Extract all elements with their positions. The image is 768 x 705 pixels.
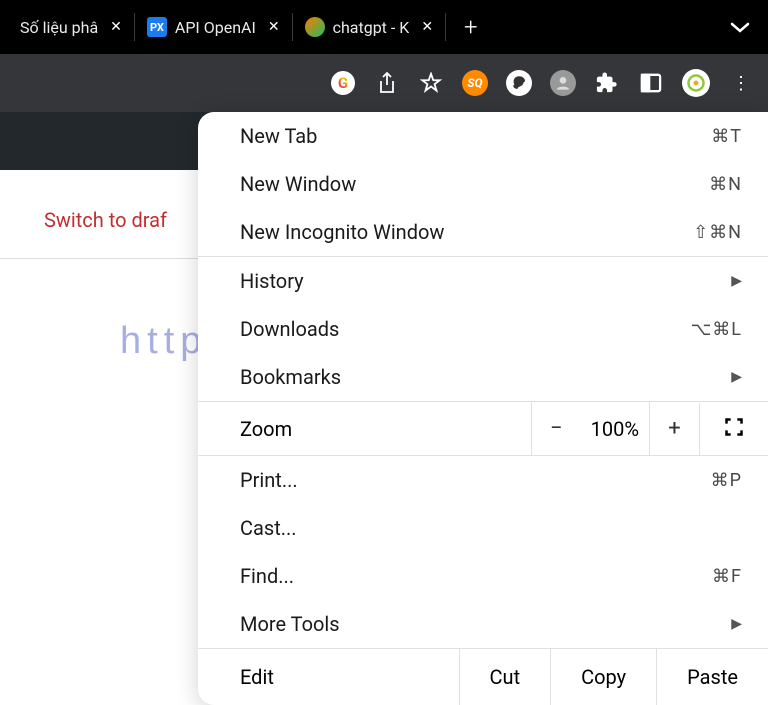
menu-label: Downloads <box>240 317 339 341</box>
paste-button[interactable]: Paste <box>656 649 768 705</box>
close-icon[interactable]: ✕ <box>268 19 280 35</box>
edit-label: Edit <box>198 649 459 705</box>
menu-label: History <box>240 269 304 293</box>
menu-label: Find... <box>240 564 294 588</box>
tab-title: API OpenAI <box>175 18 256 37</box>
cut-button[interactable]: Cut <box>459 649 551 705</box>
tabs-overflow-button[interactable] <box>720 18 760 37</box>
star-icon[interactable] <box>418 70 444 96</box>
chevron-right-icon: ▶ <box>731 616 742 632</box>
menu-history[interactable]: History ▶ <box>198 257 768 305</box>
menu-downloads[interactable]: Downloads ⌥⌘L <box>198 305 768 353</box>
menu-label: Print... <box>240 468 298 492</box>
menu-shortcut: ⌘N <box>709 174 742 195</box>
browser-toolbar: G SQ ⋮ <box>0 54 768 112</box>
menu-shortcut: ⌘P <box>711 470 742 491</box>
tab-strip: Số liệu phâ ✕ PX API OpenAI ✕ chatgpt - … <box>0 0 768 54</box>
menu-cast[interactable]: Cast... <box>198 504 768 552</box>
menu-shortcut: ⌘F <box>712 566 742 587</box>
sidepanel-icon[interactable] <box>638 70 664 96</box>
close-icon[interactable]: ✕ <box>110 19 122 35</box>
favicon-icon <box>305 17 325 37</box>
zoom-label: Zoom <box>198 403 531 455</box>
menu-label: New Incognito Window <box>240 220 444 244</box>
menu-more-tools[interactable]: More Tools ▶ <box>198 600 768 648</box>
zoom-out-button[interactable]: − <box>531 402 581 455</box>
extensions-icon[interactable] <box>594 70 620 96</box>
menu-zoom-row: Zoom − 100% + <box>198 401 768 456</box>
profile-avatar-icon[interactable] <box>682 69 710 97</box>
menu-new-tab[interactable]: New Tab ⌘T <box>198 112 768 160</box>
tab-title: chatgpt - K <box>333 18 410 37</box>
menu-label: New Tab <box>240 124 317 148</box>
tab-1[interactable]: Số liệu phâ ✕ <box>8 0 134 54</box>
menu-print[interactable]: Print... ⌘P <box>198 456 768 504</box>
menu-label: Bookmarks <box>240 365 341 389</box>
chevron-right-icon: ▶ <box>731 273 742 289</box>
copy-button[interactable]: Copy <box>550 649 656 705</box>
tab-2[interactable]: PX API OpenAI ✕ <box>135 0 292 54</box>
menu-new-incognito[interactable]: New Incognito Window ⇧⌘N <box>198 208 768 256</box>
tab-title: Số liệu phâ <box>20 18 98 37</box>
favicon-icon: PX <box>147 17 167 37</box>
chevron-right-icon: ▶ <box>731 369 742 385</box>
menu-shortcut: ⌘T <box>711 126 742 147</box>
menu-label: More Tools <box>240 612 340 636</box>
extension-profile-icon[interactable] <box>550 70 576 96</box>
chrome-menu-dropdown: New Tab ⌘T New Window ⌘N New Incognito W… <box>198 112 768 705</box>
menu-edit-row: Edit Cut Copy Paste <box>198 648 768 705</box>
fullscreen-button[interactable] <box>699 403 768 455</box>
zoom-in-button[interactable]: + <box>649 402 699 455</box>
extension-sq-icon[interactable]: SQ <box>462 70 488 96</box>
google-icon[interactable]: G <box>330 70 356 96</box>
menu-label: New Window <box>240 172 356 196</box>
new-tab-button[interactable]: + <box>446 13 496 41</box>
menu-shortcut: ⌥⌘L <box>691 319 742 340</box>
switch-draft-link[interactable]: Switch to draf <box>44 208 167 232</box>
share-icon[interactable] <box>374 70 400 96</box>
extension-swirl-icon[interactable] <box>506 70 532 96</box>
menu-find[interactable]: Find... ⌘F <box>198 552 768 600</box>
tab-3[interactable]: chatgpt - K ✕ <box>293 0 445 54</box>
menu-label: Cast... <box>240 516 297 540</box>
menu-new-window[interactable]: New Window ⌘N <box>198 160 768 208</box>
menu-kebab-icon[interactable]: ⋮ <box>728 70 754 96</box>
menu-shortcut: ⇧⌘N <box>693 222 742 243</box>
menu-bookmarks[interactable]: Bookmarks ▶ <box>198 353 768 401</box>
close-icon[interactable]: ✕ <box>421 19 433 35</box>
zoom-value: 100% <box>581 403 649 455</box>
